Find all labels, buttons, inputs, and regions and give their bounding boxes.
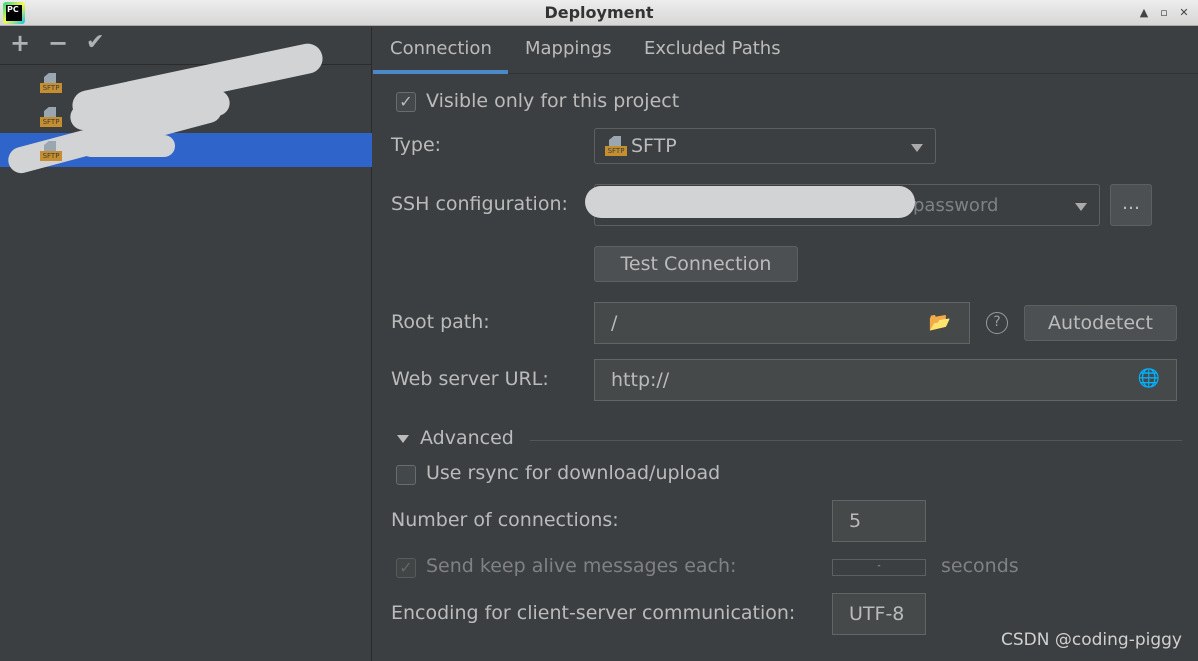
test-connection-button[interactable]: Test Connection — [594, 246, 798, 282]
root-path-value: / — [611, 312, 618, 334]
keepalive-input[interactable]: - — [832, 559, 926, 576]
web-url-input[interactable]: http:// 🌐 — [594, 359, 1177, 401]
ssh-config-value: password — [913, 195, 999, 216]
remove-server-button[interactable]: − — [48, 29, 68, 57]
tab-bar — [373, 27, 1198, 74]
connections-label: Number of connections: — [391, 509, 619, 531]
restore-icon[interactable]: ▫ — [1156, 5, 1172, 21]
chevron-down-icon — [911, 144, 923, 152]
add-server-button[interactable]: + — [10, 29, 30, 57]
web-url-label: Web server URL: — [391, 368, 549, 390]
tab-mappings[interactable]: Mappings — [525, 38, 612, 59]
keepalive-unit: seconds — [941, 555, 1019, 577]
type-dropdown[interactable]: SFTP SFTP — [594, 128, 936, 164]
visible-only-label: Visible only for this project — [426, 90, 680, 112]
redaction — [585, 186, 915, 218]
root-path-input[interactable]: / 📂 — [594, 302, 970, 344]
divider — [530, 440, 1182, 441]
chevron-down-icon — [1075, 203, 1087, 211]
sftp-icon: SFTP — [40, 141, 62, 161]
folder-icon[interactable]: 📂 — [929, 312, 951, 333]
encoding-value: UTF-8 — [849, 603, 905, 625]
type-value: SFTP — [631, 135, 677, 157]
active-tab-indicator — [373, 70, 508, 74]
autodetect-button[interactable]: Autodetect — [1024, 305, 1177, 341]
web-url-value: http:// — [611, 369, 670, 391]
close-icon[interactable]: ✕ — [1176, 5, 1192, 21]
tab-connection[interactable]: Connection — [390, 38, 492, 59]
globe-icon[interactable]: 🌐 — [1138, 368, 1160, 389]
sftp-icon: SFTP — [40, 73, 62, 93]
ssh-config-browse-button[interactable]: ... — [1110, 184, 1152, 226]
redaction — [80, 135, 175, 157]
connections-input[interactable]: 5 — [832, 500, 926, 542]
visible-only-checkbox[interactable]: ✓ — [396, 92, 416, 112]
keepalive-label: Send keep alive messages each: — [426, 555, 737, 577]
connections-value: 5 — [849, 510, 862, 532]
encoding-input[interactable]: UTF-8 — [832, 593, 926, 635]
advanced-section-toggle[interactable]: Advanced — [420, 427, 514, 449]
server-list-panel: + − ✔ SFTP SFTP SFTP — [0, 27, 372, 661]
rsync-checkbox[interactable] — [396, 465, 416, 485]
ssh-config-label: SSH configuration: — [391, 193, 568, 215]
type-label: Type: — [391, 134, 442, 156]
collapse-triangle-icon[interactable] — [397, 435, 409, 443]
help-icon[interactable]: ? — [986, 312, 1008, 334]
sftp-icon: SFTP — [605, 136, 627, 156]
rsync-label: Use rsync for download/upload — [426, 462, 721, 484]
tab-excluded-paths[interactable]: Excluded Paths — [644, 38, 781, 59]
sftp-icon: SFTP — [40, 107, 62, 127]
set-default-button[interactable]: ✔ — [86, 30, 104, 55]
watermark: CSDN @coding-piggy — [1001, 630, 1182, 650]
maximize-icon[interactable]: ▲ — [1136, 5, 1152, 21]
encoding-label: Encoding for client-server communication… — [391, 602, 796, 624]
window-title: Deployment — [544, 3, 654, 22]
keepalive-checkbox[interactable]: ✓ — [396, 558, 416, 578]
root-path-label: Root path: — [391, 311, 490, 333]
